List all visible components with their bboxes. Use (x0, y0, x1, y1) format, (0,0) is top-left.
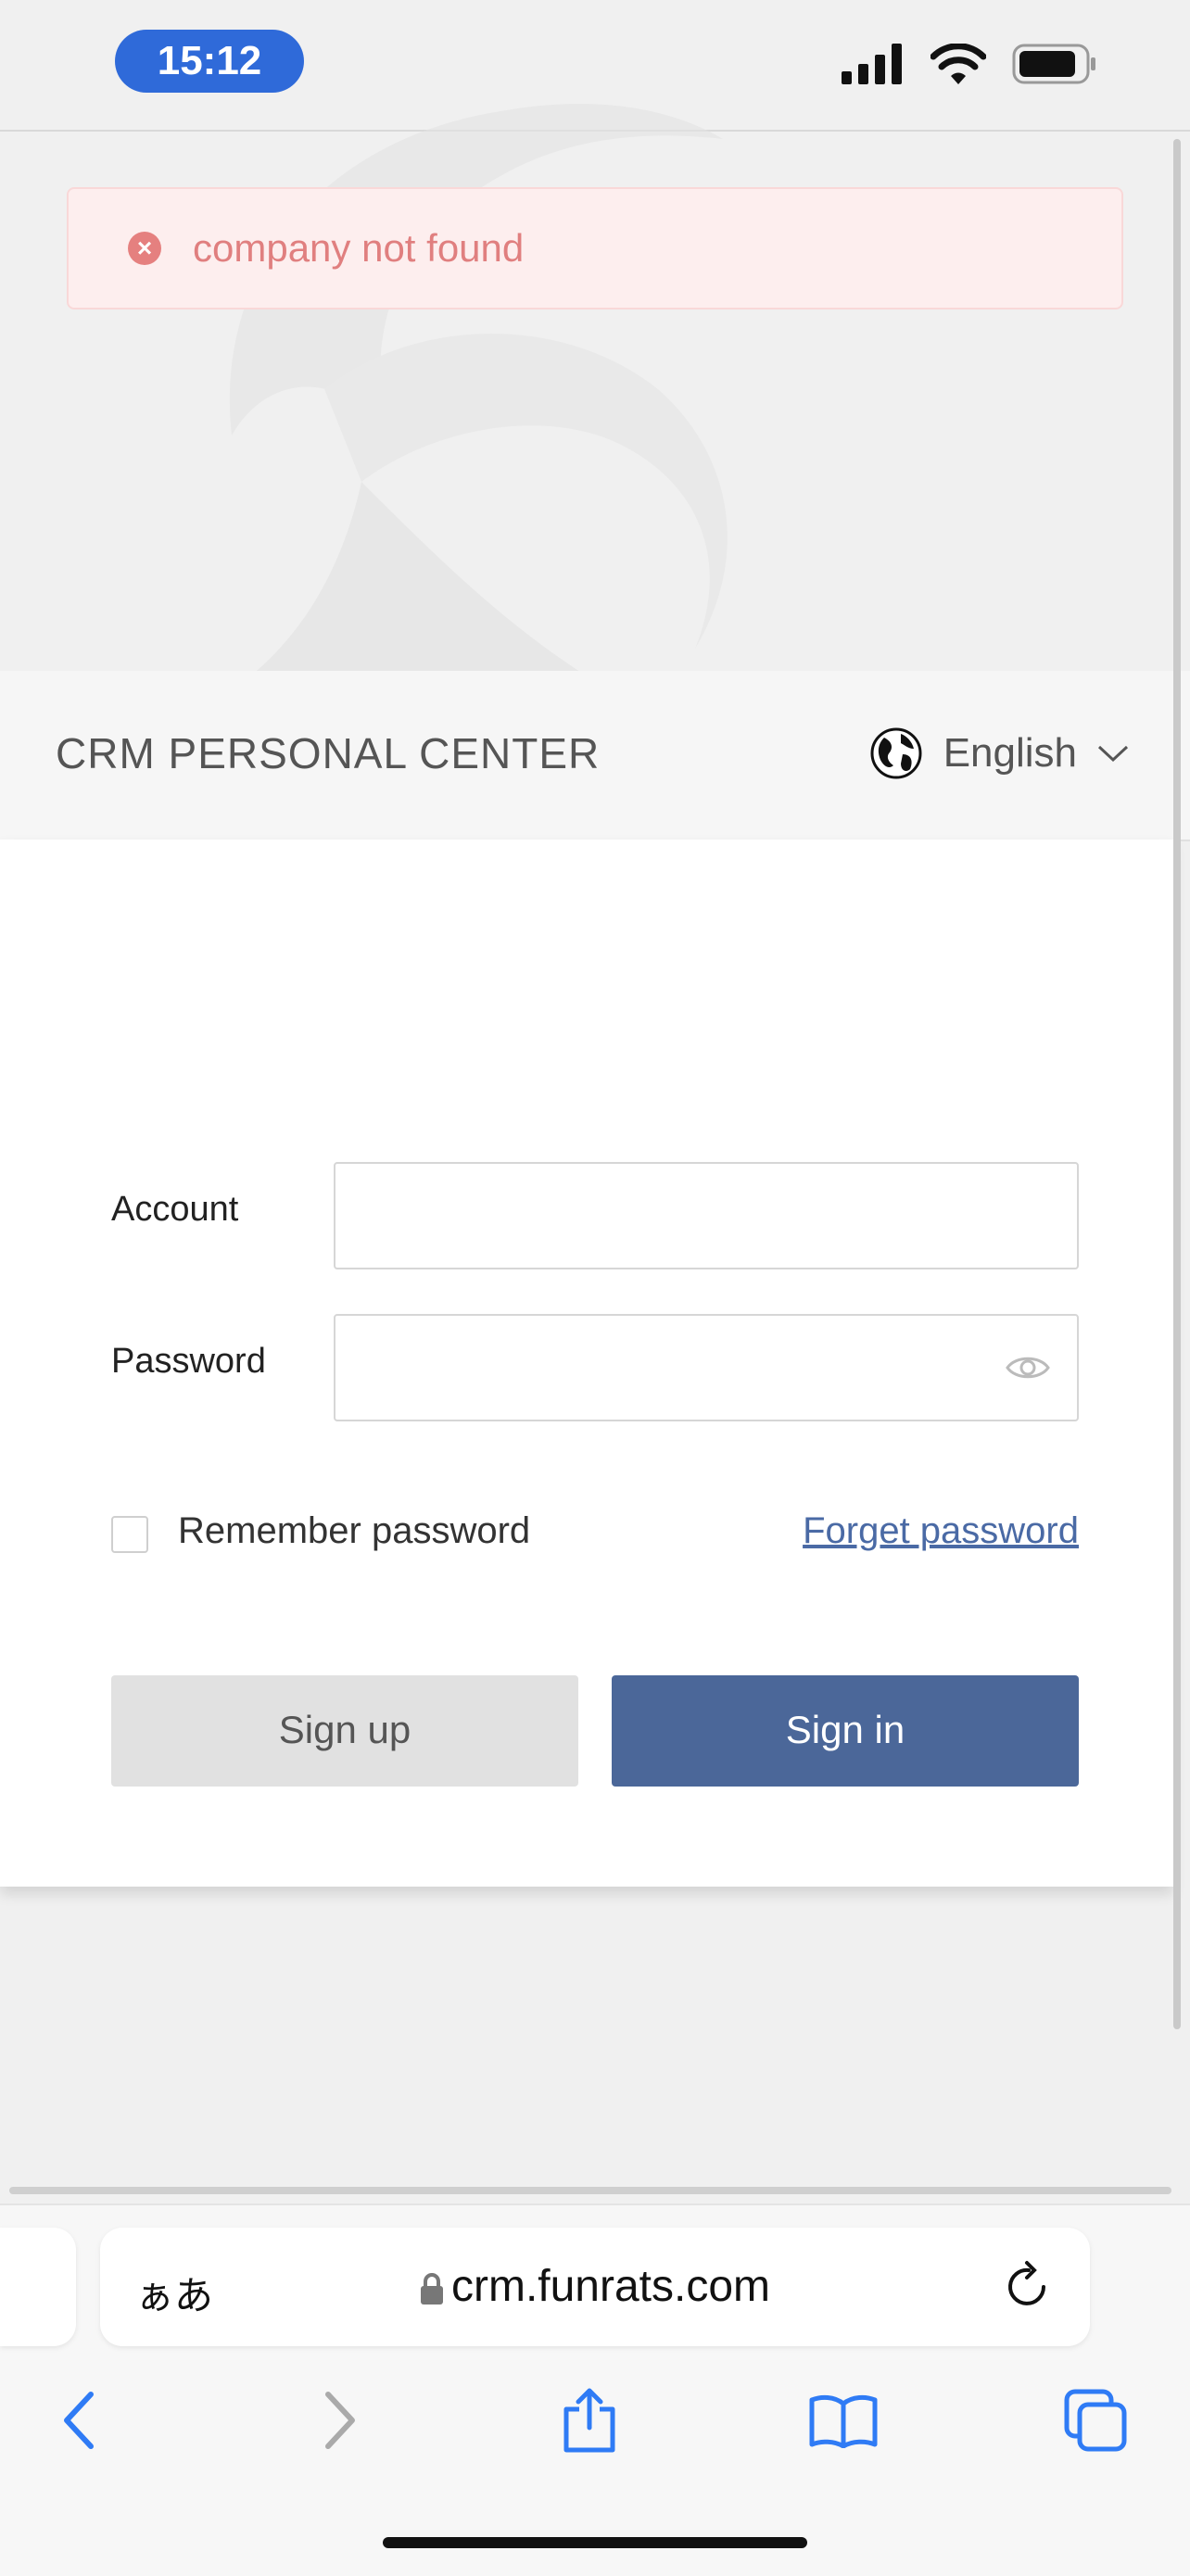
wifi-icon (930, 44, 986, 84)
globe-icon (870, 727, 922, 779)
eye-icon[interactable] (1005, 1351, 1051, 1384)
share-icon[interactable] (552, 2383, 627, 2457)
forward-icon[interactable] (302, 2383, 376, 2457)
home-indicator[interactable] (383, 2537, 807, 2548)
horizontal-scrollbar[interactable] (9, 2187, 1171, 2194)
language-label: English (943, 730, 1077, 776)
language-selector[interactable]: English (869, 726, 1129, 780)
sign-in-button[interactable]: Sign in (612, 1675, 1079, 1787)
reload-icon[interactable] (1003, 2259, 1055, 2315)
error-icon: × (128, 232, 161, 265)
password-label: Password (111, 1342, 266, 1381)
account-label: Account (111, 1190, 239, 1229)
battery-icon (1012, 44, 1095, 84)
brand-title: CRM PERSONAL CENTER (56, 729, 601, 777)
back-icon[interactable] (43, 2383, 117, 2457)
url-text: crm.funrats.com (450, 2262, 771, 2311)
url-display[interactable]: crm.funrats.com (100, 2228, 1090, 2346)
lock-icon (420, 2273, 443, 2305)
tabs-icon[interactable] (1058, 2383, 1133, 2457)
remember-label[interactable]: Remember password (178, 1510, 530, 1552)
forget-password-link[interactable]: Forget password (803, 1510, 1079, 1552)
vertical-scrollbar[interactable] (1173, 139, 1181, 2029)
header-bar: CRM PERSONAL CENTER English (0, 671, 1190, 841)
sign-up-button[interactable]: Sign up (111, 1675, 578, 1787)
remember-checkbox[interactable] (111, 1516, 148, 1553)
account-input[interactable] (334, 1162, 1079, 1269)
chevron-down-icon (1097, 745, 1129, 763)
error-alert: × company not found (67, 187, 1123, 309)
alert-message: company not found (193, 226, 525, 270)
bookmarks-icon[interactable] (806, 2383, 880, 2457)
previous-tab[interactable] (0, 2228, 76, 2346)
login-card: Account Password Remember password Forge… (0, 840, 1173, 1887)
address-bar[interactable]: ぁあ crm.funrats.com (100, 2228, 1090, 2346)
password-field[interactable] (334, 1314, 1079, 1421)
